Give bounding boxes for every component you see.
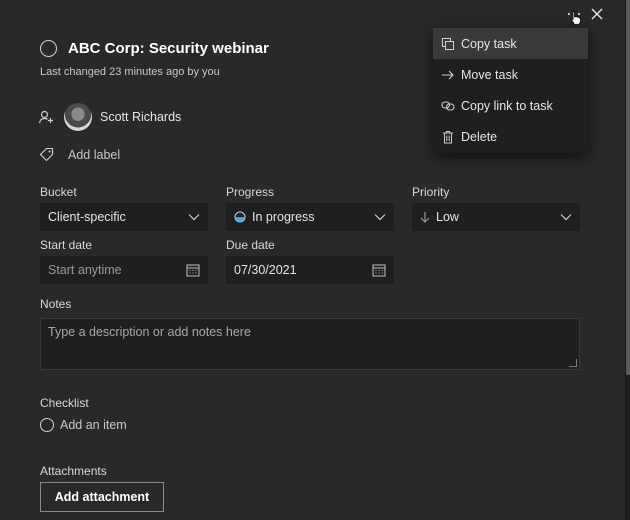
close-icon[interactable] [591, 8, 603, 20]
scrollbar-thumb[interactable] [626, 0, 630, 375]
due-date-label: Due date [226, 238, 275, 252]
calendar-icon[interactable] [186, 263, 200, 277]
task-title[interactable]: ABC Corp: Security webinar [68, 40, 269, 57]
copy-icon [440, 36, 456, 52]
checklist-label: Checklist [40, 396, 89, 410]
menu-item-copy-link[interactable]: Copy link to task [433, 90, 588, 121]
complete-task-checkbox[interactable] [40, 40, 57, 57]
add-label-row[interactable]: Add label [39, 147, 120, 162]
priority-dropdown[interactable]: Low [412, 203, 580, 231]
menu-item-label: Delete [461, 129, 498, 144]
resize-handle-icon[interactable] [569, 359, 577, 367]
last-changed-text: Last changed 23 minutes ago by you [40, 66, 220, 78]
add-checklist-item-row[interactable]: Add an item [40, 418, 127, 432]
arrow-right-icon [440, 67, 456, 83]
hand-cursor-icon [570, 10, 582, 26]
attachments-label: Attachments [40, 464, 107, 478]
tag-icon [39, 147, 54, 162]
progress-label: Progress [226, 185, 275, 199]
trash-icon [440, 129, 456, 145]
start-date-label: Start date [40, 238, 93, 252]
priority-value: Low [436, 210, 459, 224]
menu-item-copy-task[interactable]: Copy task [433, 28, 588, 59]
bucket-dropdown[interactable]: Client-specific [40, 203, 208, 231]
avatar[interactable] [64, 103, 92, 131]
menu-item-label: Copy link to task [461, 98, 553, 113]
menu-item-move-task[interactable]: Move task [433, 59, 588, 90]
notes-textarea[interactable]: Type a description or add notes here [40, 318, 580, 370]
checklist-circle-icon [40, 418, 54, 432]
more-options-icon[interactable] [567, 7, 581, 25]
chevron-down-icon [560, 213, 572, 221]
chevron-down-icon [374, 213, 386, 221]
due-date-value: 07/30/2021 [234, 263, 297, 277]
header-actions [567, 7, 603, 25]
add-item-text: Add an item [60, 418, 127, 432]
start-date-input[interactable]: Start anytime [40, 256, 208, 284]
calendar-icon[interactable] [372, 263, 386, 277]
add-attachment-button[interactable]: Add attachment [40, 482, 164, 512]
link-icon [440, 98, 456, 114]
menu-item-label: Move task [461, 67, 518, 82]
task-details-panel: ABC Corp: Security webinar Last changed … [0, 0, 626, 520]
due-date-input[interactable]: 07/30/2021 [226, 256, 394, 284]
notes-placeholder: Type a description or add notes here [48, 325, 251, 339]
bucket-value: Client-specific [48, 210, 126, 224]
chevron-down-icon [188, 213, 200, 221]
priority-label: Priority [412, 185, 450, 199]
start-date-placeholder: Start anytime [48, 263, 122, 277]
assignee-name[interactable]: Scott Richards [100, 110, 181, 124]
assignment-row: Scott Richards [38, 103, 181, 131]
menu-item-delete[interactable]: Delete [433, 121, 588, 152]
menu-item-label: Copy task [461, 36, 517, 51]
task-options-menu: Copy task Move task Copy link to task De… [433, 28, 588, 153]
task-title-row: ABC Corp: Security webinar [40, 40, 269, 57]
scrollbar[interactable] [626, 0, 630, 520]
in-progress-icon [234, 211, 246, 223]
notes-label: Notes [40, 297, 72, 311]
add-label-text: Add label [68, 147, 121, 162]
arrow-down-icon [420, 211, 430, 223]
bucket-label: Bucket [40, 185, 77, 199]
progress-dropdown[interactable]: In progress [226, 203, 394, 231]
progress-value: In progress [252, 210, 315, 224]
assign-person-icon[interactable] [38, 109, 54, 125]
